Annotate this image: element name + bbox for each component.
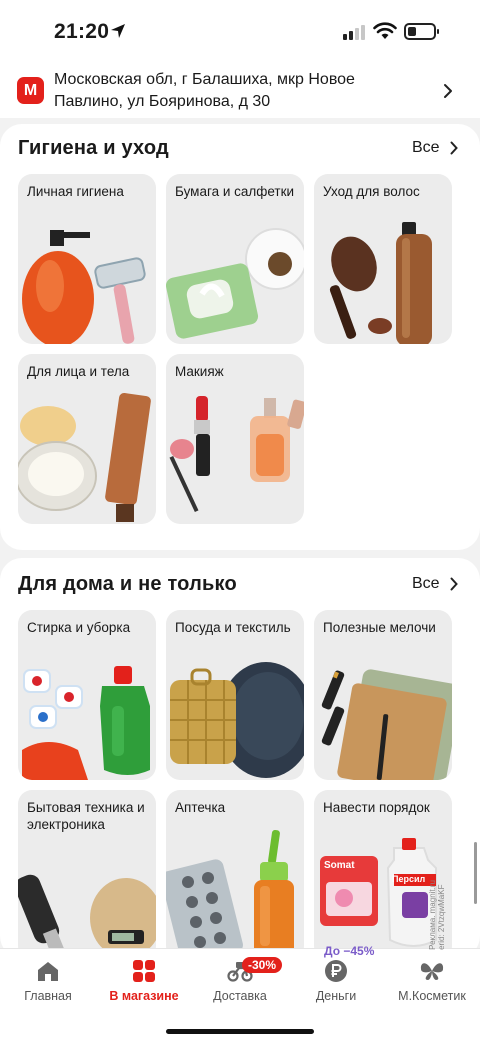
category-tile-laundry-cleaning[interactable]: Стирка и уборка: [18, 610, 156, 780]
home-icon: [38, 962, 58, 981]
magnit-logo: М: [17, 77, 44, 104]
home-indicator: [166, 1029, 314, 1034]
persil-brand-text: Персил: [392, 874, 426, 884]
see-all-label: Все: [412, 139, 440, 156]
chevron-right-icon: [444, 84, 452, 98]
ad-watermark-line: erid: 2VtzqwMaKF: [437, 884, 446, 950]
tile-label: Навести порядок: [323, 800, 430, 815]
tile-label: Полезные мелочи: [323, 620, 436, 635]
bottom-tab-bar: Главная В магазине -30% Доставка Деньги …: [0, 948, 480, 1041]
category-tile-dishes-textile[interactable]: Посуда и текстиль: [166, 610, 304, 780]
ad-watermark: Реклама. magnit.ru erid: 2VtzqwMaKF: [428, 880, 446, 950]
scroll-indicator[interactable]: [474, 842, 477, 904]
status-time: 21:20: [54, 20, 110, 43]
tile-label: Аптечка: [175, 800, 226, 815]
tab-in-store[interactable]: В магазине: [96, 957, 192, 1003]
tile-label: Макияж: [175, 364, 224, 379]
category-tile-face-body[interactable]: Для лица и тела: [18, 354, 156, 524]
category-section-home: Для дома и не только Все Стирка и уборка…: [0, 558, 480, 960]
category-tile-paper-napkins[interactable]: Бумага и салфетки: [166, 174, 304, 344]
tile-label: Для лица и тела: [27, 364, 130, 379]
tab-label: В магазине: [109, 989, 179, 1003]
tile-label: Бытовая техника и электроника: [27, 800, 145, 832]
status-bar: 21:20: [0, 0, 480, 62]
tab-label: Главная: [24, 989, 72, 1003]
tile-label: Стирка и уборка: [27, 620, 131, 635]
section-title: Для дома и не только: [18, 573, 237, 595]
tab-label: Деньги: [315, 989, 357, 1003]
location-arrow-icon: [111, 24, 125, 38]
category-tile-makeup[interactable]: Макияж: [166, 354, 304, 524]
category-tile-hair-care[interactable]: Уход для волос: [314, 174, 452, 344]
tile-label: Личная гигиена: [27, 184, 124, 199]
chevron-right-icon: [450, 577, 458, 591]
category-tile-first-aid[interactable]: Аптечка: [166, 790, 304, 960]
chevron-right-icon: [450, 141, 458, 155]
tab-label: М.Косметик: [398, 989, 466, 1003]
category-tile-personal-hygiene[interactable]: Личная гигиена: [18, 174, 156, 344]
butterfly-icon: [420, 963, 444, 980]
tab-m-cosmetic[interactable]: М.Косметик: [384, 957, 480, 1003]
see-all-link[interactable]: Все: [412, 139, 458, 157]
tab-label: Доставка: [213, 989, 267, 1003]
ruble-icon: [325, 960, 347, 982]
tile-label: Уход для волос: [323, 184, 420, 199]
section-title: Гигиена и уход: [18, 137, 169, 159]
delivery-address-bar[interactable]: М Московская обл, г Балашиха, мкр Новое …: [0, 62, 480, 118]
tab-delivery[interactable]: -30% Доставка: [192, 957, 288, 1003]
tile-label: Бумага и салфетки: [175, 184, 295, 199]
promo-discount-label: До −45%: [324, 944, 375, 958]
tile-label: Посуда и текстиль: [175, 620, 291, 635]
tab-home[interactable]: Главная: [0, 957, 96, 1003]
category-tile-tidy-up[interactable]: Навести порядок Somat Персил До −45% Рек…: [314, 790, 452, 960]
battery-icon: [404, 23, 439, 40]
ad-watermark-line: Реклама. magnit.ru: [428, 880, 437, 950]
somat-brand-text: Somat: [324, 860, 355, 871]
see-all-link[interactable]: Все: [412, 575, 458, 593]
store-grid-icon: [133, 960, 155, 982]
wifi-icon: [373, 22, 397, 39]
cell-signal-icon: [343, 24, 365, 40]
address-text: Московская обл, г Балашиха, мкр Новое Па…: [54, 71, 355, 110]
delivery-discount-badge: -30%: [242, 957, 283, 973]
see-all-label: Все: [412, 575, 440, 592]
category-tile-useful-things[interactable]: Полезные мелочи: [314, 610, 452, 780]
tab-money[interactable]: Деньги: [288, 957, 384, 1003]
category-tile-appliances-electronics[interactable]: Бытовая техника и электроника: [18, 790, 156, 960]
category-section-hygiene: Гигиена и уход Все Личная гигиена Бумага…: [0, 124, 480, 550]
